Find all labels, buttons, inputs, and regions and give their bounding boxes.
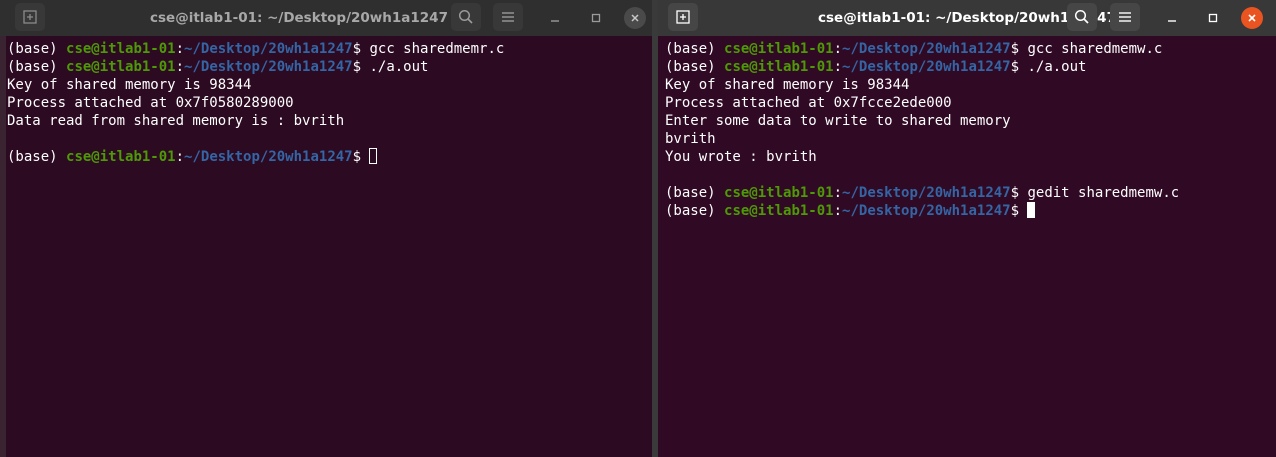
prompt-dollar: $: [1010, 203, 1028, 219]
menu-button[interactable]: [493, 3, 523, 31]
search-icon: [458, 9, 473, 24]
prompt-colon: :: [833, 41, 843, 57]
new-tab-icon: [23, 10, 37, 24]
search-button[interactable]: [451, 3, 481, 31]
minimize-button[interactable]: [544, 7, 566, 29]
maximize-icon: [591, 13, 601, 23]
command-text: gcc sharedmemr.c: [369, 41, 505, 57]
prompt-path: ~/Desktop/20wh1a1247: [184, 59, 353, 75]
hamburger-menu-icon: [1119, 12, 1131, 22]
output-line: bvrith: [665, 131, 716, 147]
close-icon: [631, 14, 639, 22]
terminal-window-left[interactable]: cse@itlab1-01: ~/Desktop/20wh1a1247 (bas…: [0, 0, 652, 457]
prompt-base: (base): [665, 185, 725, 201]
window-edge: [0, 36, 6, 457]
maximize-button[interactable]: [1202, 7, 1224, 29]
prompt-dollar: $: [1010, 59, 1028, 75]
prompt-line: (base) cse@itlab1-01:~/Desktop/20wh1a124…: [665, 202, 1269, 220]
prompt-line: (base) cse@itlab1-01:~/Desktop/20wh1a124…: [7, 58, 645, 76]
prompt-user: cse@itlab1-01: [66, 149, 176, 165]
close-button[interactable]: [624, 7, 646, 29]
minimize-icon: [1168, 20, 1176, 22]
command-text: gcc sharedmemw.c: [1027, 41, 1163, 57]
prompt-dollar: $: [1010, 41, 1028, 57]
maximize-icon: [1208, 13, 1218, 23]
prompt-line: (base) cse@itlab1-01:~/Desktop/20wh1a124…: [665, 184, 1269, 202]
prompt-colon: :: [833, 203, 843, 219]
prompt-dollar: $: [352, 149, 370, 165]
prompt-user: cse@itlab1-01: [724, 185, 834, 201]
output-line: Process attached at 0x7fcce2ede000: [665, 95, 952, 111]
title-bar[interactable]: cse@itlab1-01: ~/Desktop/20wh1a1247: [0, 0, 652, 36]
prompt-base: (base): [7, 59, 67, 75]
prompt-dollar: $: [1010, 185, 1028, 201]
prompt-path: ~/Desktop/20wh1a1247: [184, 149, 353, 165]
prompt-base: (base): [7, 149, 67, 165]
prompt-colon: :: [175, 41, 185, 57]
new-tab-button[interactable]: [668, 3, 698, 31]
prompt-base: (base): [7, 41, 67, 57]
text-cursor: [369, 148, 378, 164]
prompt-line: (base) cse@itlab1-01:~/Desktop/20wh1a124…: [665, 40, 1269, 58]
output-line: Key of shared memory is 98344: [665, 77, 910, 93]
prompt-colon: :: [833, 59, 843, 75]
prompt-line: (base) cse@itlab1-01:~/Desktop/20wh1a124…: [7, 40, 645, 58]
prompt-user: cse@itlab1-01: [724, 41, 834, 57]
output-line: Process attached at 0x7f0580289000: [7, 95, 294, 111]
prompt-path: ~/Desktop/20wh1a1247: [842, 203, 1011, 219]
output-line: Enter some data to write to shared memor…: [665, 113, 1011, 129]
prompt-line: (base) cse@itlab1-01:~/Desktop/20wh1a124…: [665, 58, 1269, 76]
prompt-dollar: $: [352, 59, 370, 75]
prompt-colon: :: [175, 149, 185, 165]
new-tab-icon: [676, 10, 690, 24]
prompt-user: cse@itlab1-01: [724, 59, 834, 75]
prompt-base: (base): [665, 203, 725, 219]
terminal-output[interactable]: (base) cse@itlab1-01:~/Desktop/20wh1a124…: [658, 36, 1276, 457]
prompt-line: (base) cse@itlab1-01:~/Desktop/20wh1a124…: [7, 148, 645, 166]
command-text: ./a.out: [369, 59, 429, 75]
prompt-user: cse@itlab1-01: [66, 59, 176, 75]
command-text: ./a.out: [1027, 59, 1087, 75]
prompt-path: ~/Desktop/20wh1a1247: [842, 41, 1011, 57]
prompt-user: cse@itlab1-01: [724, 203, 834, 219]
prompt-path: ~/Desktop/20wh1a1247: [842, 185, 1011, 201]
close-button[interactable]: [1241, 7, 1263, 29]
prompt-path: ~/Desktop/20wh1a1247: [184, 41, 353, 57]
prompt-base: (base): [665, 59, 725, 75]
terminal-output[interactable]: (base) cse@itlab1-01:~/Desktop/20wh1a124…: [0, 36, 652, 457]
window-title: cse@itlab1-01: ~/Desktop/20wh1a1247: [818, 10, 1116, 26]
search-icon: [1074, 9, 1089, 24]
title-bar[interactable]: cse@itlab1-01: ~/Desktop/20wh1a1247: [658, 0, 1276, 36]
prompt-colon: :: [833, 185, 843, 201]
menu-button[interactable]: [1110, 3, 1140, 31]
prompt-colon: :: [175, 59, 185, 75]
text-cursor: [1027, 202, 1036, 218]
search-button[interactable]: [1067, 3, 1097, 31]
output-line: You wrote : bvrith: [665, 149, 817, 165]
prompt-base: (base): [665, 41, 725, 57]
minimize-button[interactable]: [1161, 7, 1183, 29]
prompt-path: ~/Desktop/20wh1a1247: [842, 59, 1011, 75]
new-tab-button[interactable]: [15, 3, 45, 31]
minimize-icon: [551, 20, 559, 22]
hamburger-menu-icon: [502, 12, 514, 22]
command-text: gedit sharedmemw.c: [1027, 185, 1180, 201]
terminal-window-right[interactable]: cse@itlab1-01: ~/Desktop/20wh1a1247 (bas…: [658, 0, 1276, 457]
close-icon: [1248, 14, 1256, 22]
output-line: Key of shared memory is 98344: [7, 77, 252, 93]
prompt-user: cse@itlab1-01: [66, 41, 176, 57]
prompt-dollar: $: [352, 41, 370, 57]
maximize-button[interactable]: [585, 7, 607, 29]
output-line: Data read from shared memory is : bvrith: [7, 113, 345, 129]
